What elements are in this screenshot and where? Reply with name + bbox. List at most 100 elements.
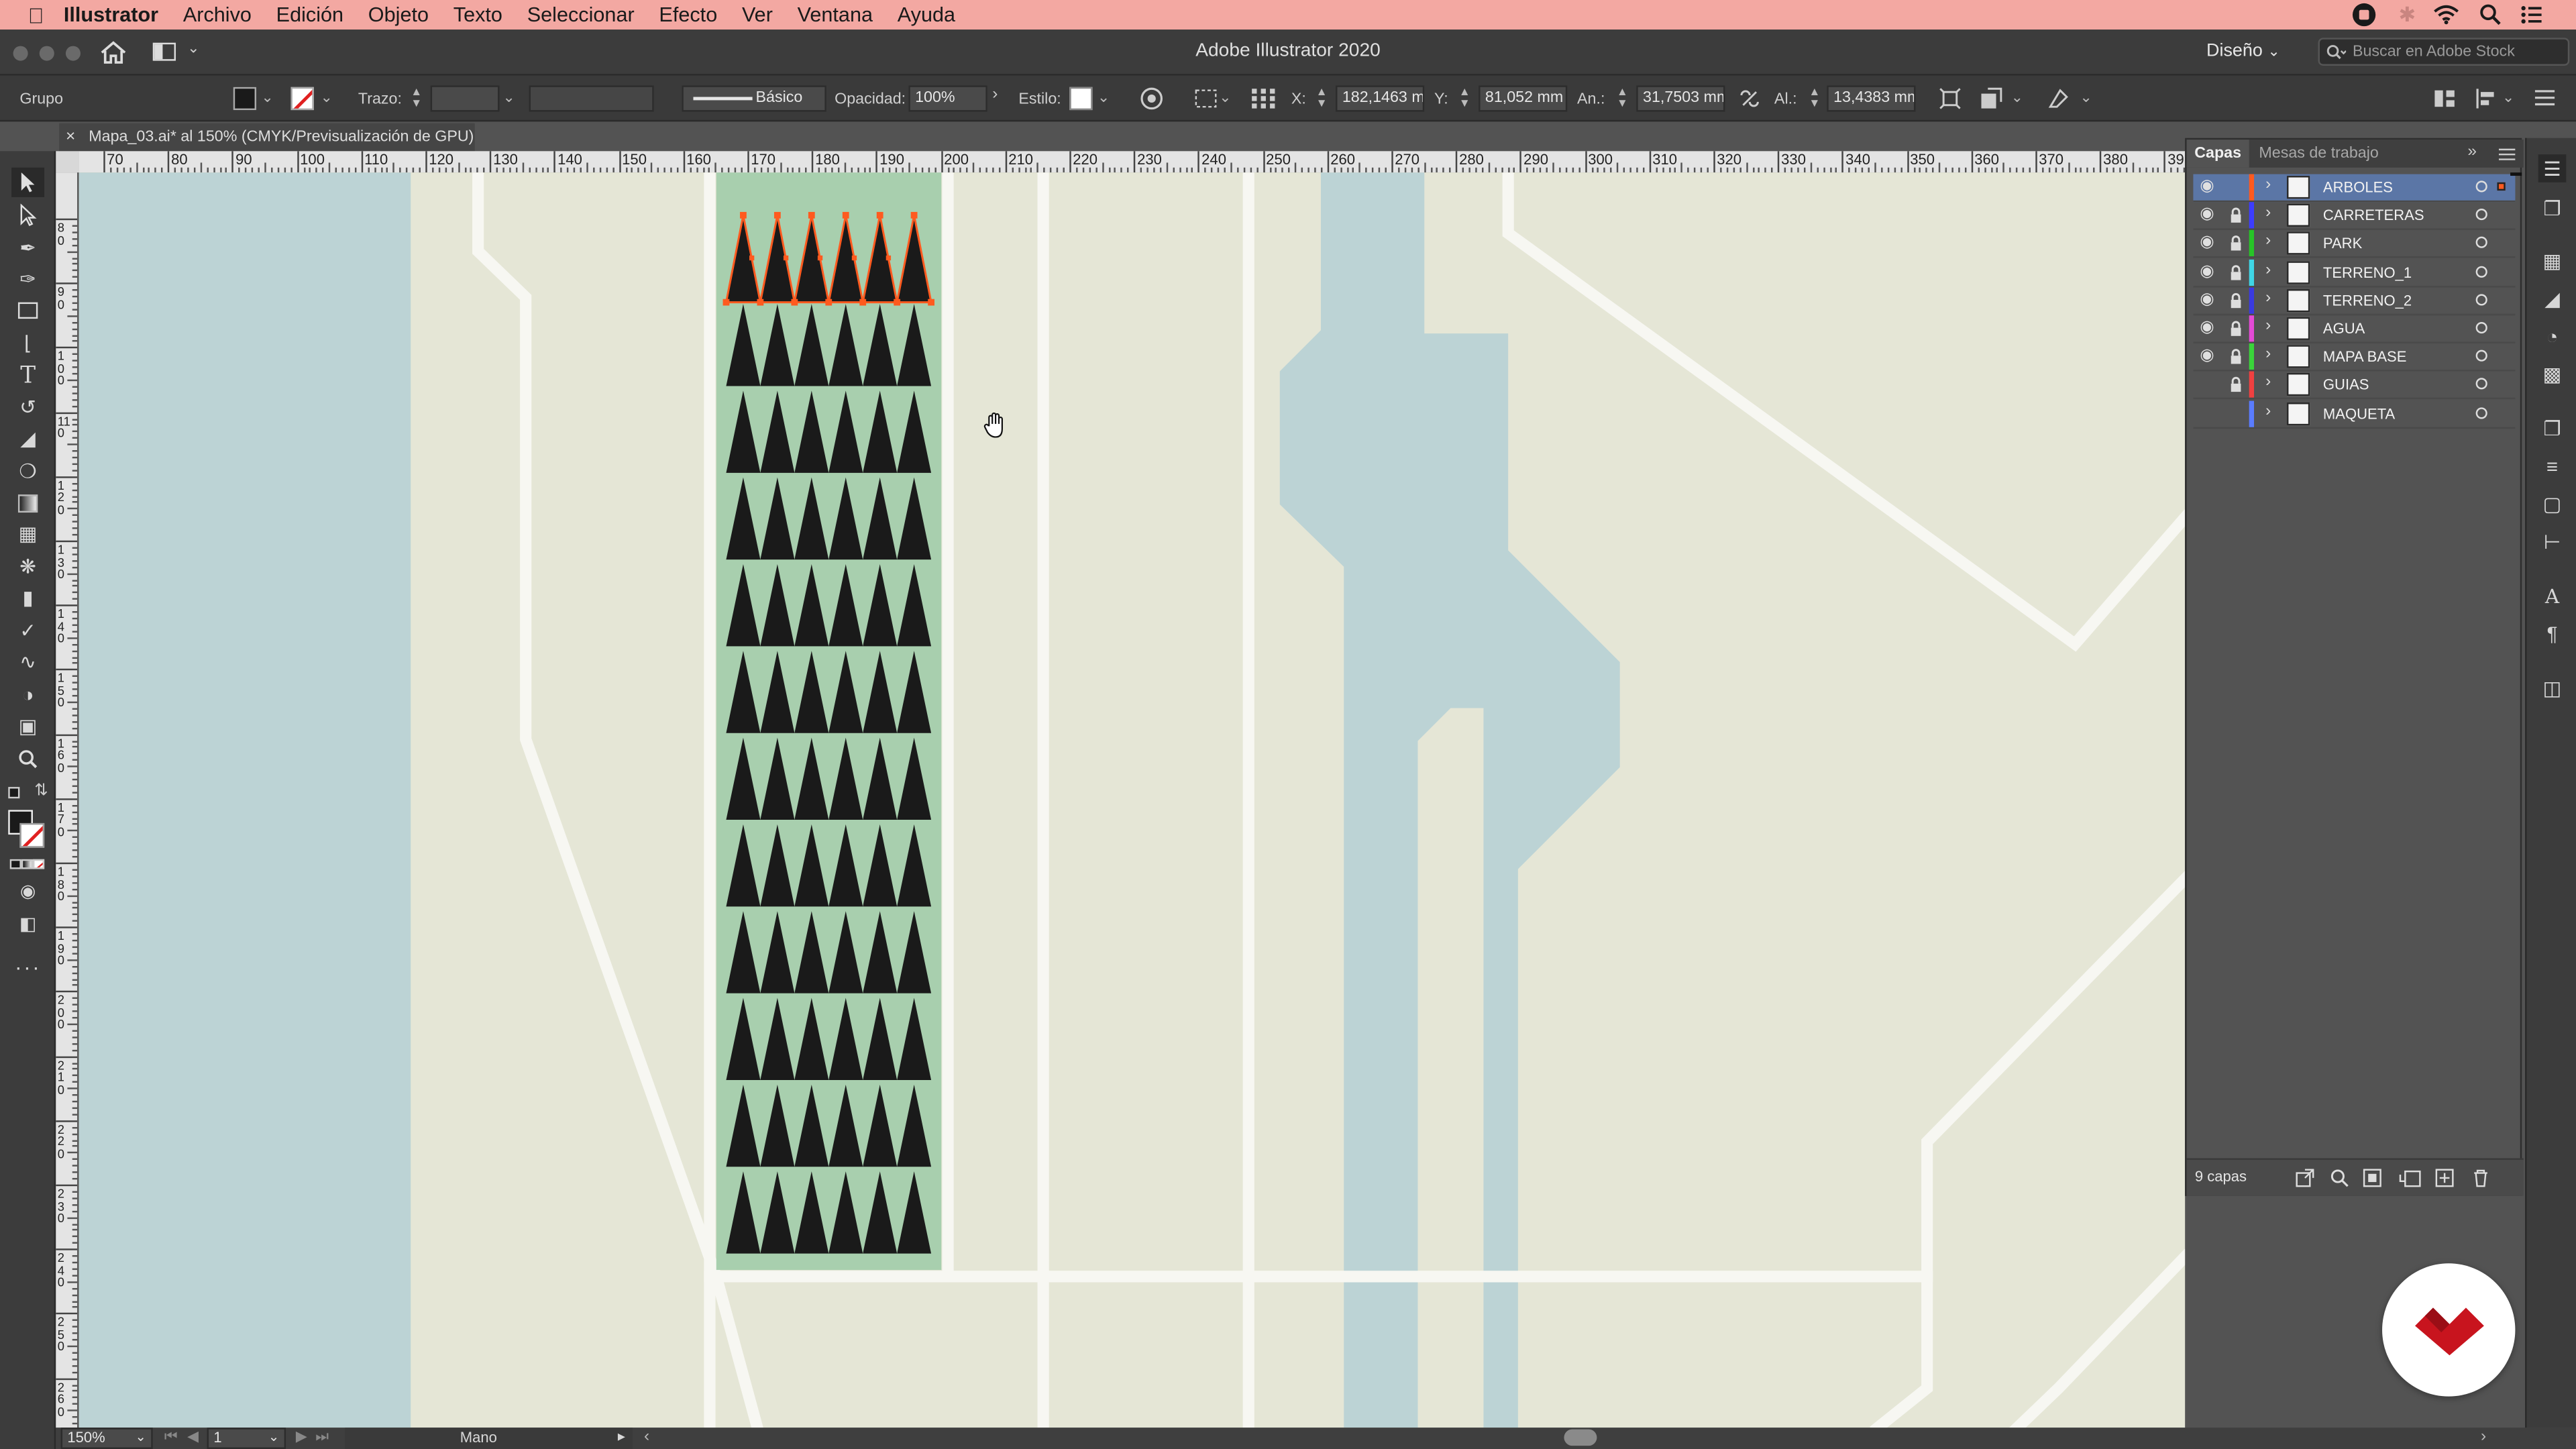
swap-colors-icon[interactable]: ⇅	[34, 782, 48, 800]
graphic-style-swatch[interactable]	[1069, 87, 1093, 111]
expand-layer-icon[interactable]: ›	[2265, 289, 2271, 307]
default-colors-icon[interactable]	[8, 787, 20, 799]
target-icon[interactable]	[2475, 265, 2487, 277]
chevron-down-icon[interactable]: ⌄	[2502, 89, 2514, 107]
visibility-eye-icon[interactable]: ◉	[2200, 177, 2214, 195]
lock-icon[interactable]	[2229, 207, 2243, 223]
shape-options-icon[interactable]	[1980, 87, 2002, 110]
variable-width-field[interactable]	[529, 85, 654, 112]
anchor-point[interactable]	[876, 211, 883, 219]
scroll-left-icon[interactable]: ‹	[644, 1428, 649, 1446]
width-field[interactable]: 31,7503 mm	[1636, 85, 1725, 112]
mesh-tool-icon[interactable]: ▦	[11, 519, 44, 549]
target-icon[interactable]	[2475, 293, 2487, 306]
color-mode-icon[interactable]	[9, 859, 21, 869]
panel-menu-icon[interactable]	[2498, 148, 2516, 161]
horizontal-ruler[interactable]: 70 80 90 100 110 120 130 140 150 160 170 180 190 200 2…	[78, 151, 2186, 173]
expand-layer-icon[interactable]: ›	[2265, 345, 2271, 364]
stepper-icon[interactable]: ▲ ▼	[1459, 87, 1470, 110]
lock-icon[interactable]	[2229, 292, 2243, 308]
menu-app[interactable]: Illustrator	[64, 3, 158, 26]
chevron-down-icon[interactable]: ⌄	[1097, 89, 1110, 107]
graph-tool-icon[interactable]: ▮	[11, 583, 44, 612]
close-tab-icon[interactable]: ×	[66, 123, 75, 152]
anchor-point[interactable]	[783, 255, 789, 261]
expand-layer-icon[interactable]: ›	[2265, 232, 2271, 250]
bluetooth-icon[interactable]: ✱	[2399, 1, 2416, 26]
align-panel-icon[interactable]: ⊢	[2538, 527, 2567, 555]
lock-icon[interactable]	[2229, 405, 2243, 421]
spotlight-search-icon[interactable]	[2479, 3, 2502, 26]
visibility-eye-icon[interactable]: ◉	[2200, 319, 2214, 337]
new-sublayer-icon[interactable]	[2399, 1168, 2422, 1187]
artboards-panel-icon[interactable]: ❐	[2538, 194, 2567, 222]
constrain-proportions-icon[interactable]	[1738, 89, 1761, 108]
anchor-point[interactable]	[851, 255, 857, 261]
blend-tool-icon[interactable]: ∿	[11, 647, 44, 677]
visibility-eye-icon[interactable]: ◉	[2200, 234, 2214, 252]
transform-reference-icon[interactable]	[1250, 87, 1277, 110]
visibility-eye-icon[interactable]: ◉	[2200, 290, 2214, 309]
stock-search-input[interactable]: Buscar en Adobe Stock	[2318, 38, 2570, 66]
color-panel-icon[interactable]: ◔	[2538, 322, 2567, 350]
menu-ventana[interactable]: Ventana	[798, 3, 873, 26]
new-layer-icon[interactable]	[2434, 1168, 2454, 1187]
tab-capas[interactable]: Capas	[2186, 140, 2249, 168]
menu-texto[interactable]: Texto	[453, 3, 502, 26]
expand-layer-icon[interactable]: ›	[2265, 374, 2271, 392]
status-info[interactable]: Mano	[345, 1428, 633, 1449]
anchor-point[interactable]	[928, 299, 934, 306]
anchor-point[interactable]	[910, 211, 918, 219]
chevron-down-icon[interactable]: ⌄	[321, 89, 333, 107]
tab-mesas-de-trabajo[interactable]: Mesas de trabajo	[2259, 145, 2378, 163]
menu-edicion[interactable]: Edición	[276, 3, 343, 26]
stepper-icon[interactable]: ▲ ▼	[411, 87, 422, 110]
target-icon[interactable]	[2475, 350, 2487, 362]
layer-name[interactable]: GUIAS	[2323, 377, 2369, 393]
layer-name[interactable]: TERRENO_1	[2323, 264, 2412, 280]
stepper-icon[interactable]: ▲ ▼	[1809, 87, 1820, 110]
layer-row[interactable]: ◉ › CARRETERAS	[2193, 202, 2516, 231]
edit-toolbar-icon[interactable]: ···	[11, 951, 44, 981]
curvature-tool-icon[interactable]: ✑	[11, 264, 44, 294]
stepper-icon[interactable]: ▲ ▼	[1316, 87, 1328, 110]
gradient-tool-icon[interactable]	[11, 488, 44, 517]
lock-icon[interactable]	[2229, 377, 2243, 393]
menu-archivo[interactable]: Archivo	[183, 3, 252, 26]
gradient-mode-icon[interactable]	[21, 859, 33, 869]
anchor-point[interactable]	[740, 211, 747, 219]
anchor-point[interactable]	[825, 299, 833, 306]
anchor-point[interactable]	[817, 255, 823, 261]
next-artboard-icon[interactable]: ▶	[296, 1428, 307, 1446]
zoom-tool-icon[interactable]	[11, 744, 44, 773]
stroke-panel-icon[interactable]: ≡	[2538, 451, 2567, 480]
height-field[interactable]: 13,4383 mm	[1827, 85, 1916, 112]
clipping-mask-icon[interactable]	[2363, 1168, 2382, 1187]
layer-name[interactable]: TERRENO_2	[2323, 292, 2412, 308]
workspace-switcher[interactable]: Diseño ⌄	[2206, 41, 2280, 60]
anchor-point[interactable]	[859, 299, 867, 306]
target-icon[interactable]	[2475, 378, 2487, 390]
horizontal-scrollbar-thumb[interactable]	[1564, 1429, 1597, 1446]
rotate-tool-icon[interactable]: ↺	[11, 392, 44, 422]
lasso-tool-icon[interactable]: ❍	[11, 457, 44, 486]
target-icon[interactable]	[2475, 209, 2487, 221]
expand-layer-icon[interactable]: ›	[2265, 317, 2271, 335]
target-icon[interactable]	[2475, 237, 2487, 249]
selection-indicator[interactable]	[2497, 182, 2506, 191]
control-menu-icon[interactable]	[2534, 89, 2555, 107]
lock-icon[interactable]	[2229, 235, 2243, 252]
visibility-eye-icon[interactable]: ◉	[2200, 206, 2214, 224]
screen-mode-icon[interactable]: ◧	[11, 908, 44, 938]
menu-objeto[interactable]: Objeto	[368, 3, 429, 26]
appearance-panel-icon[interactable]: ❐	[2538, 414, 2567, 442]
pen-tool-icon[interactable]: ✒	[11, 233, 44, 263]
stroke-color-icon[interactable]	[19, 822, 45, 848]
record-icon[interactable]	[2352, 3, 2376, 27]
layer-name[interactable]: MAQUETA	[2323, 405, 2395, 421]
layer-name[interactable]: ARBOLES	[2323, 179, 2393, 195]
vertical-ruler[interactable]: 80 90 100 110 120 130 140 150 160 170 180 190 200 210…	[56, 172, 78, 1428]
visibility-eye-icon[interactable]: ◉	[2200, 262, 2214, 280]
locate-object-icon[interactable]	[2330, 1168, 2349, 1187]
wifi-icon[interactable]	[2433, 3, 2459, 25]
